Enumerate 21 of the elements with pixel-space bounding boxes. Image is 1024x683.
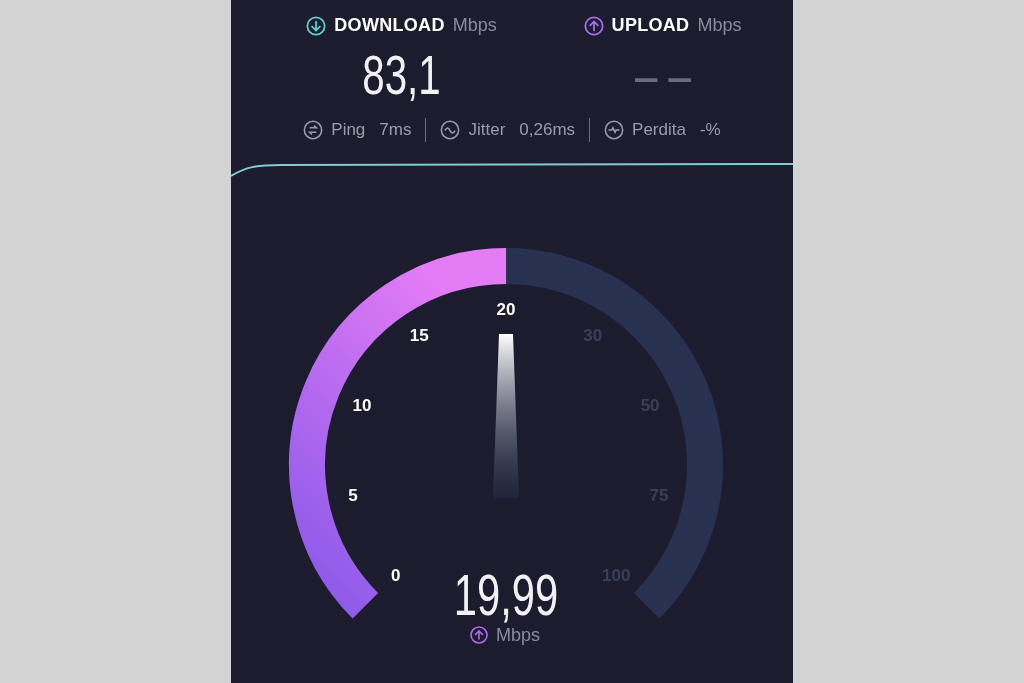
upload-label: UPLOAD bbox=[611, 14, 690, 37]
stat-value: -% bbox=[699, 119, 721, 141]
ping-icon bbox=[303, 119, 324, 140]
download-value: 83,1 bbox=[362, 47, 441, 103]
pulse-icon bbox=[604, 119, 625, 140]
gauge-tick-label: 15 bbox=[409, 325, 429, 345]
stat-label: Ping bbox=[331, 119, 366, 141]
stat-value: 0,26ms bbox=[519, 119, 576, 141]
download-label: DOWNLOAD bbox=[334, 14, 445, 37]
upload-icon bbox=[470, 625, 488, 644]
gauge-tick-label: 0 bbox=[390, 565, 401, 585]
gauge-tick-label: 5 bbox=[348, 485, 358, 505]
wave-icon bbox=[440, 119, 461, 140]
stat-label: Perdita bbox=[632, 119, 686, 141]
gauge-tick-label: 20 bbox=[496, 299, 516, 319]
unit-label: Mbps bbox=[697, 14, 742, 37]
stat-value: 7ms bbox=[379, 119, 412, 141]
gauge-tick-label: 10 bbox=[352, 395, 372, 415]
upload-value: – – bbox=[634, 47, 691, 103]
stat-label: Jitter bbox=[468, 119, 506, 141]
unit-label: Mbps bbox=[452, 14, 497, 37]
